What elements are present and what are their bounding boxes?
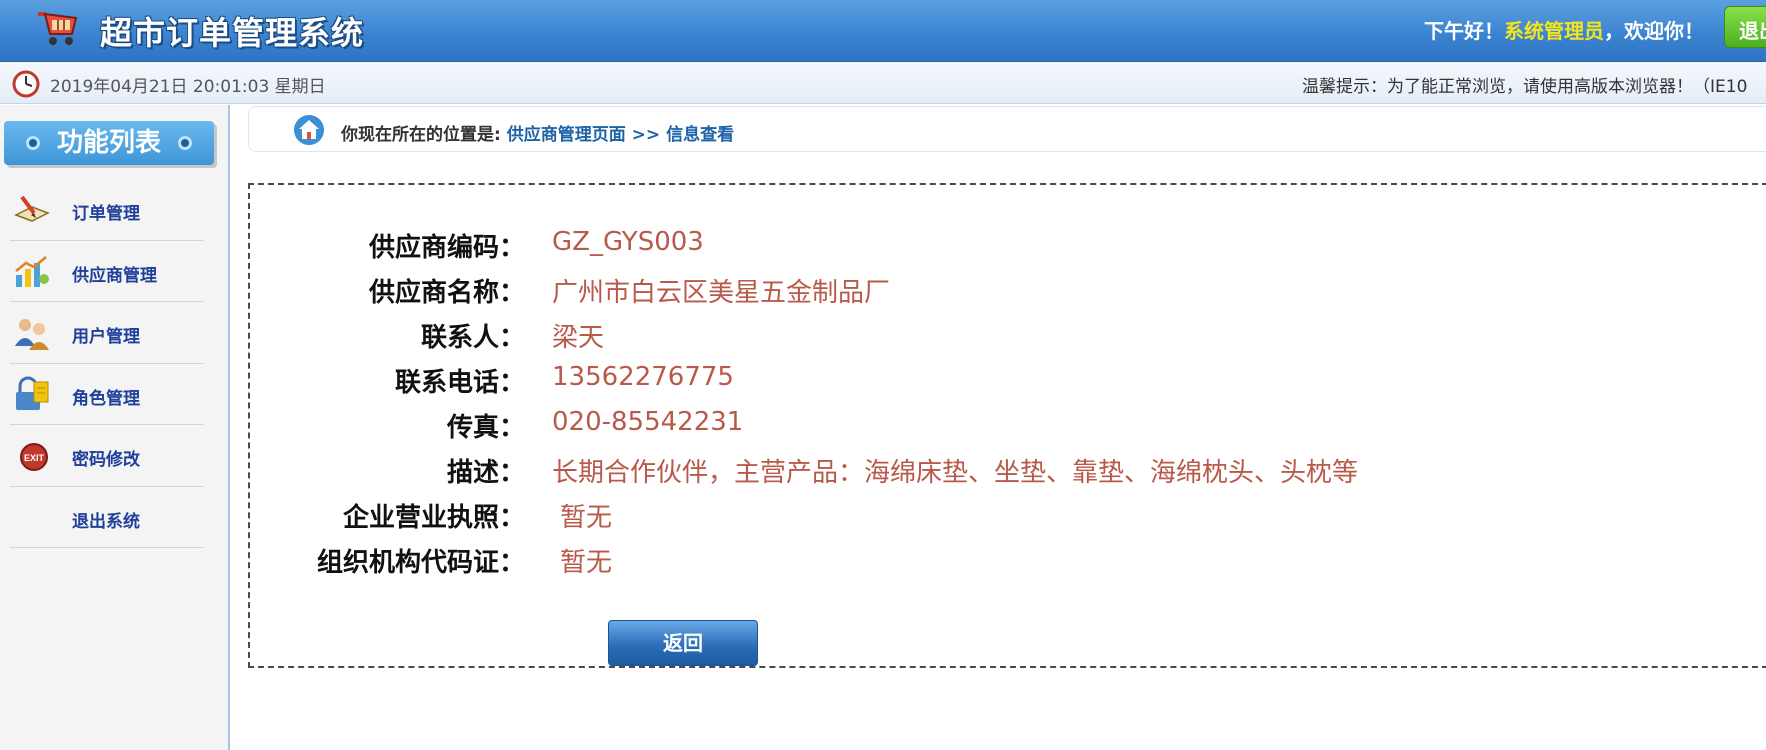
sidebar-item-label: 密码修改 xyxy=(72,450,140,470)
field-contact: 联系人： 梁天 xyxy=(250,317,1750,357)
field-supplier-name: 供应商名称： 广州市白云区美星五金制品厂 xyxy=(250,272,1750,312)
breadcrumb-page-link[interactable]: 供应商管理页面 xyxy=(507,125,626,145)
field-label: 描述： xyxy=(446,458,525,488)
exit-badge-icon: EXIT xyxy=(20,443,48,471)
sidebar-item-label: 订单管理 xyxy=(72,204,140,224)
sidebar-item-role[interactable]: 角色管理 xyxy=(10,364,204,425)
clock-icon xyxy=(12,70,40,98)
field-label: 传真： xyxy=(446,413,525,443)
field-value: 13562276775 xyxy=(552,362,734,392)
function-list-title: 功能列表 xyxy=(4,121,214,165)
browser-tip: 温馨提示：为了能正常浏览，请使用高版本浏览器！（IE10 xyxy=(1302,77,1748,97)
top-header: 超市订单管理系统 下午好！系统管理员，欢迎你！ 退出 xyxy=(0,0,1766,62)
sidebar-item-label: 角色管理 xyxy=(72,388,140,409)
title-dot-right xyxy=(178,136,192,150)
sidebar-item-label: 用户管理 xyxy=(72,327,140,347)
field-value: 梁天 xyxy=(552,323,605,353)
sidebar-item-user[interactable]: 用户管理 xyxy=(10,302,204,364)
sidebar-item-supplier[interactable]: 供应商管理 xyxy=(10,241,204,302)
sidebar-item-label: 供应商管理 xyxy=(72,265,157,286)
field-value: 暂无 xyxy=(560,548,613,578)
field-label: 企业营业执照： xyxy=(342,503,525,533)
field-fax: 传真： 020-85542231 xyxy=(250,407,1750,447)
info-bar: 2019年04月21日 20:01:03 星期日 温馨提示：为了能正常浏览，请使… xyxy=(0,62,1766,104)
function-list-label: 功能列表 xyxy=(56,128,161,158)
breadcrumb-prefix: 你现在所在的位置是: xyxy=(341,125,501,145)
home-icon xyxy=(294,115,324,145)
title-dot-left xyxy=(26,136,40,150)
greeting-prefix: 下午好！ xyxy=(1424,19,1504,43)
field-label: 联系电话： xyxy=(394,368,525,398)
field-label: 联系人： xyxy=(420,323,525,353)
field-supplier-code: 供应商编码： GZ_GYS003 xyxy=(250,227,1750,267)
breadcrumb: 你现在所在的位置是: 供应商管理页面 >> 信息查看 xyxy=(248,106,1766,152)
user-name: 系统管理员 xyxy=(1504,19,1604,43)
breadcrumb-current: 信息查看 xyxy=(666,125,735,145)
field-value: 广州市白云区美星五金制品厂 xyxy=(552,278,891,308)
field-value: GZ_GYS003 xyxy=(552,227,704,257)
sidebar-item-label: 退出系统 xyxy=(72,511,140,532)
greeting: 下午好！系统管理员，欢迎你！ xyxy=(1424,15,1704,44)
field-org-code: 组织机构代码证： 暂无 xyxy=(250,542,1750,582)
sidebar-item-logout[interactable]: 退出系统 xyxy=(10,487,204,548)
field-description: 描述： 长期合作伙伴，主营产品：海绵床垫、坐垫、靠垫、海绵枕头、头枕等 xyxy=(250,452,1750,492)
greeting-suffix: ，欢迎你！ xyxy=(1604,19,1704,43)
svg-text:EXIT: EXIT xyxy=(24,453,45,463)
sidebar: 功能列表 订单管理 供应商管理 用户管理 角色管理 EXIT 密码修改 退出系统 xyxy=(0,105,230,750)
role-lock-icon xyxy=(16,376,49,410)
field-label: 供应商编码： xyxy=(368,233,525,263)
field-phone: 联系电话： 13562276775 xyxy=(250,362,1750,402)
sidebar-menu: 订单管理 供应商管理 用户管理 角色管理 EXIT 密码修改 退出系统 xyxy=(10,179,204,548)
field-label: 供应商名称： xyxy=(368,278,525,308)
breadcrumb-text: 你现在所在的位置是: 供应商管理页面 >> 信息查看 xyxy=(341,120,734,145)
sidebar-item-password[interactable]: EXIT 密码修改 xyxy=(10,425,204,487)
back-button[interactable]: 返回 xyxy=(608,620,758,666)
users-icon xyxy=(15,319,49,350)
sidebar-item-order[interactable]: 订单管理 xyxy=(10,179,204,241)
breadcrumb-separator: >> xyxy=(631,125,661,145)
shopping-cart-icon xyxy=(38,12,78,45)
order-book-icon xyxy=(14,195,50,222)
supplier-detail-panel: 供应商编码： GZ_GYS003 供应商名称： 广州市白云区美星五金制品厂 联系… xyxy=(248,183,1766,668)
app-title: 超市订单管理系统 xyxy=(100,14,365,52)
current-datetime: 2019年04月21日 20:01:03 星期日 xyxy=(50,77,326,97)
field-value: 暂无 xyxy=(560,503,613,533)
supplier-chart-icon xyxy=(15,255,49,287)
field-value: 长期合作伙伴，主营产品：海绵床垫、坐垫、靠垫、海绵枕头、头枕等 xyxy=(552,458,1359,488)
field-business-license: 企业营业执照： 暂无 xyxy=(250,497,1750,537)
field-value: 020-85542231 xyxy=(552,407,744,437)
logout-button[interactable]: 退出 xyxy=(1724,6,1766,48)
field-label: 组织机构代码证： xyxy=(316,548,525,578)
